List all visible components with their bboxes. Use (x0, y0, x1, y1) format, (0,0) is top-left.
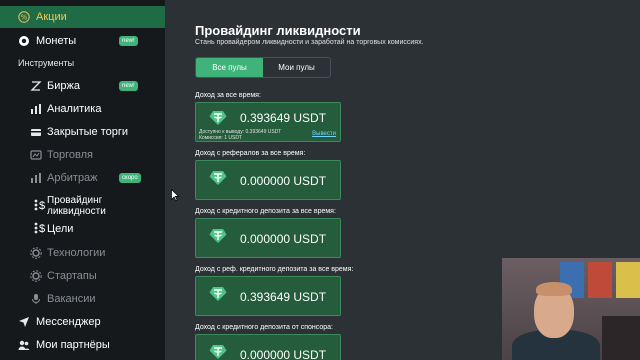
tether-logo-icon (209, 286, 227, 302)
trading-icon (30, 149, 42, 161)
page-subtitle: Стань провайдером ликвидности и заработа… (195, 39, 424, 46)
shelf (602, 316, 640, 360)
card-label: Доход за все время: (195, 92, 261, 99)
sidebar-item-partners[interactable]: Мои партнёры (0, 334, 165, 356)
partners-icon (18, 339, 30, 351)
sidebar: % Акции Монеты new! Инструменты Биржа ne… (0, 0, 165, 360)
card-label: Доход с рефералов за все время: (195, 150, 306, 157)
sidebar-item-startups[interactable]: Стартапы (0, 265, 165, 287)
percent-icon: % (18, 11, 30, 23)
closed-trades-icon (30, 126, 42, 138)
wall-poster (616, 262, 640, 298)
sidebar-item-coins[interactable]: Монеты new! (0, 30, 165, 52)
sidebar-item-closed-trades[interactable]: Закрытые торги (0, 121, 165, 143)
sidebar-item-label: Провайдинг ликвидности (47, 195, 106, 217)
sidebar-item-arbitrage[interactable]: Арбитраж скоро (0, 167, 165, 189)
startups-icon (30, 270, 42, 282)
person-hair (536, 282, 572, 296)
arbitrage-icon (30, 172, 42, 184)
card-amount: 0.000000 USDT (240, 232, 327, 246)
new-badge: new! (119, 36, 138, 46)
income-card: 0.000000 USDT (195, 218, 341, 258)
sidebar-item-label: Мессенджер (36, 316, 101, 328)
tether-logo-icon (209, 110, 227, 126)
tether-logo-icon (209, 344, 227, 360)
tab-my-pools[interactable]: Мои пулы (263, 58, 330, 77)
card-amount: 0.000000 USDT (240, 174, 327, 188)
sidebar-item-label: Арбитраж (47, 172, 98, 184)
sidebar-item-technologies[interactable]: Технологии (0, 242, 165, 264)
sidebar-item-label: Мои партнёры (36, 339, 110, 351)
sidebar-item-label: Закрытые торги (47, 126, 129, 138)
income-card: 0.000000 USDT (195, 160, 341, 200)
card-amount: 0.000000 USDT (240, 348, 327, 360)
income-card: 0.393649 USDT (195, 276, 341, 316)
sidebar-item-label: Цели (47, 223, 74, 235)
sidebar-item-label: Акции (36, 11, 67, 23)
card-amount: 0.393649 USDT (240, 111, 327, 125)
sidebar-item-label: Аналитика (47, 103, 102, 115)
sidebar-item-trading[interactable]: Торговля (0, 144, 165, 166)
dollar-sign: $ (39, 223, 46, 235)
card-amount: 0.393649 USDT (240, 290, 327, 304)
webcam-overlay (502, 258, 640, 360)
tether-logo-icon (209, 170, 227, 186)
sidebar-item-label: Технологии (47, 247, 106, 259)
sidebar-item-stocks[interactable]: % Акции (0, 6, 165, 28)
sidebar-item-analytics[interactable]: Аналитика (0, 98, 165, 120)
sidebar-item-label: Монеты (36, 35, 77, 47)
income-card: 0.000000 USDT (195, 334, 341, 360)
sidebar-item-label: Торговля (47, 149, 93, 161)
dollar-sign: $ (39, 199, 46, 212)
tether-logo-icon (209, 228, 227, 244)
new-badge: new! (119, 81, 138, 91)
exchange-icon (30, 80, 42, 92)
wall-poster (588, 262, 612, 298)
pool-tabs: Все пулы Мои пулы (195, 57, 331, 78)
coins-icon (18, 35, 30, 47)
commission: Комиссия: 1 USDT (199, 135, 242, 141)
analytics-icon (30, 103, 42, 115)
messenger-icon (18, 316, 30, 328)
svg-text:%: % (21, 14, 28, 22)
sidebar-item-goals[interactable]: $ Цели (0, 218, 165, 240)
sidebar-item-vacancies[interactable]: Вакансии (0, 288, 165, 310)
technologies-icon (30, 247, 42, 259)
sidebar-item-label: Биржа (47, 80, 80, 92)
withdraw-link[interactable]: Вывести (312, 131, 336, 137)
sidebar-item-label: Стартапы (47, 270, 97, 282)
sidebar-item-messenger[interactable]: Мессенджер (0, 311, 165, 333)
section-title: Инструменты (18, 58, 75, 68)
soon-badge: скоро (119, 173, 141, 183)
card-label: Доход с реф. кредитного депозита за все … (195, 266, 354, 273)
sidebar-item-exchange[interactable]: Биржа new! (0, 75, 165, 97)
tab-all-pools[interactable]: Все пулы (196, 58, 263, 77)
card-label: Доход с кредитного депозита за все время… (195, 208, 336, 215)
income-card: 0.393649 USDT Доступно к выводу: 0.39364… (195, 102, 341, 142)
sidebar-item-liquidity[interactable]: $ Провайдинг ликвидности (0, 191, 165, 221)
page-title: Провайдинг ликвидности (195, 23, 361, 38)
mouse-cursor-icon (171, 189, 179, 201)
vacancies-icon (30, 293, 42, 305)
sidebar-item-label: Вакансии (47, 293, 96, 305)
card-label: Доход с кредитного депозита от спонсора: (195, 324, 333, 331)
